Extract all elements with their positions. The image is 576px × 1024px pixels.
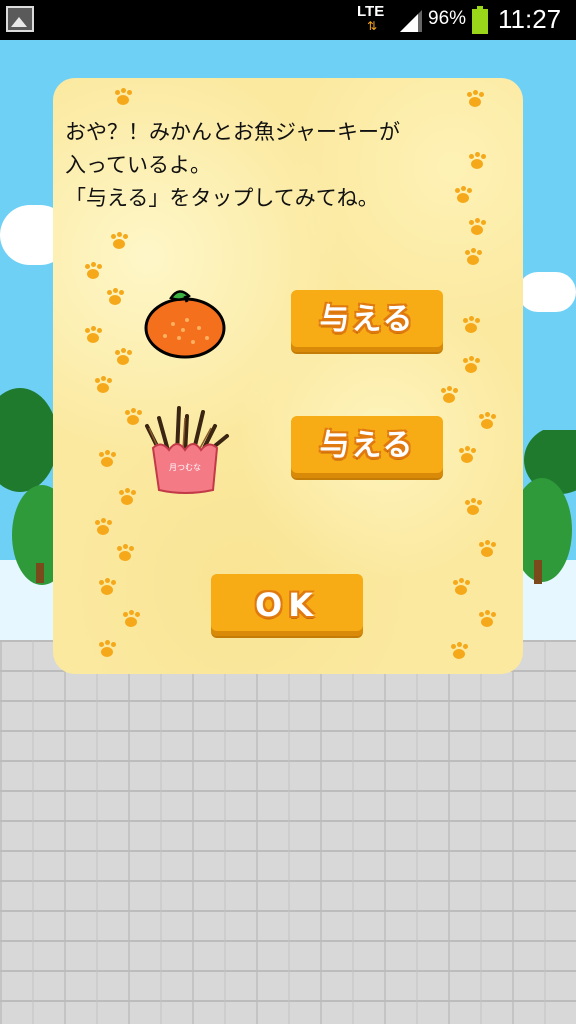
lte-data-icon: ⇅ [367,19,378,33]
paw-print-icon [467,218,487,236]
paw-print-icon [457,446,477,464]
cloud-right [518,272,576,312]
tree-right-icon [520,430,576,584]
paw-print-icon [123,408,143,426]
paw-print-icon [477,610,497,628]
paw-print-icon [477,540,497,558]
paw-print-icon [115,544,135,562]
clock: 11:27 [498,4,562,34]
battery-icon [472,6,488,34]
battery-percent: 96% [428,8,467,29]
paw-print-icon [117,488,137,506]
paw-print-icon [97,578,117,596]
status-bar: LTE ⇅ 96% 11:27 [0,0,576,40]
paw-print-icon [451,578,471,596]
paw-print-icon [93,376,113,394]
paw-print-icon [461,316,481,334]
paw-print-icon [113,88,133,106]
paw-print-icon [97,450,117,468]
gift-dialog: おや？！みかんとお魚ジャーキーが 入っているよ。 「与える」をタップしてみてね。… [53,78,523,674]
dialog-message: おや？！みかんとお魚ジャーキーが 入っているよ。 「与える」をタップしてみてね。 [65,120,400,210]
paw-print-icon [439,386,459,404]
ok-button[interactable]: OK [211,574,363,636]
tree-left-icon [0,388,60,585]
paw-print-icon [465,90,485,108]
paw-print-icon [83,262,103,280]
give-orange-button[interactable]: 与える [291,290,443,352]
paw-print-icon [97,640,117,658]
paw-print-icon [121,610,141,628]
signal-icon [400,10,422,32]
paw-print-icon [477,412,497,430]
paw-print-icon [463,248,483,266]
paw-print-icon [83,326,103,344]
mandarin-orange-icon [144,290,226,359]
paw-print-icon [105,288,125,306]
paw-print-icon [461,356,481,374]
fish-jerky-icon: 月つむな [145,406,229,494]
stone-pavement [0,640,576,1024]
paw-print-icon [113,348,133,366]
paw-print-icon [109,232,129,250]
give-jerky-button[interactable]: 与える [291,416,443,478]
gallery-icon [6,6,34,32]
svg-text:月つむな: 月つむな [169,463,201,472]
paw-print-icon [93,518,113,536]
paw-print-icon [449,642,469,660]
paw-print-icon [463,498,483,516]
lte-label: LTE [357,3,385,20]
